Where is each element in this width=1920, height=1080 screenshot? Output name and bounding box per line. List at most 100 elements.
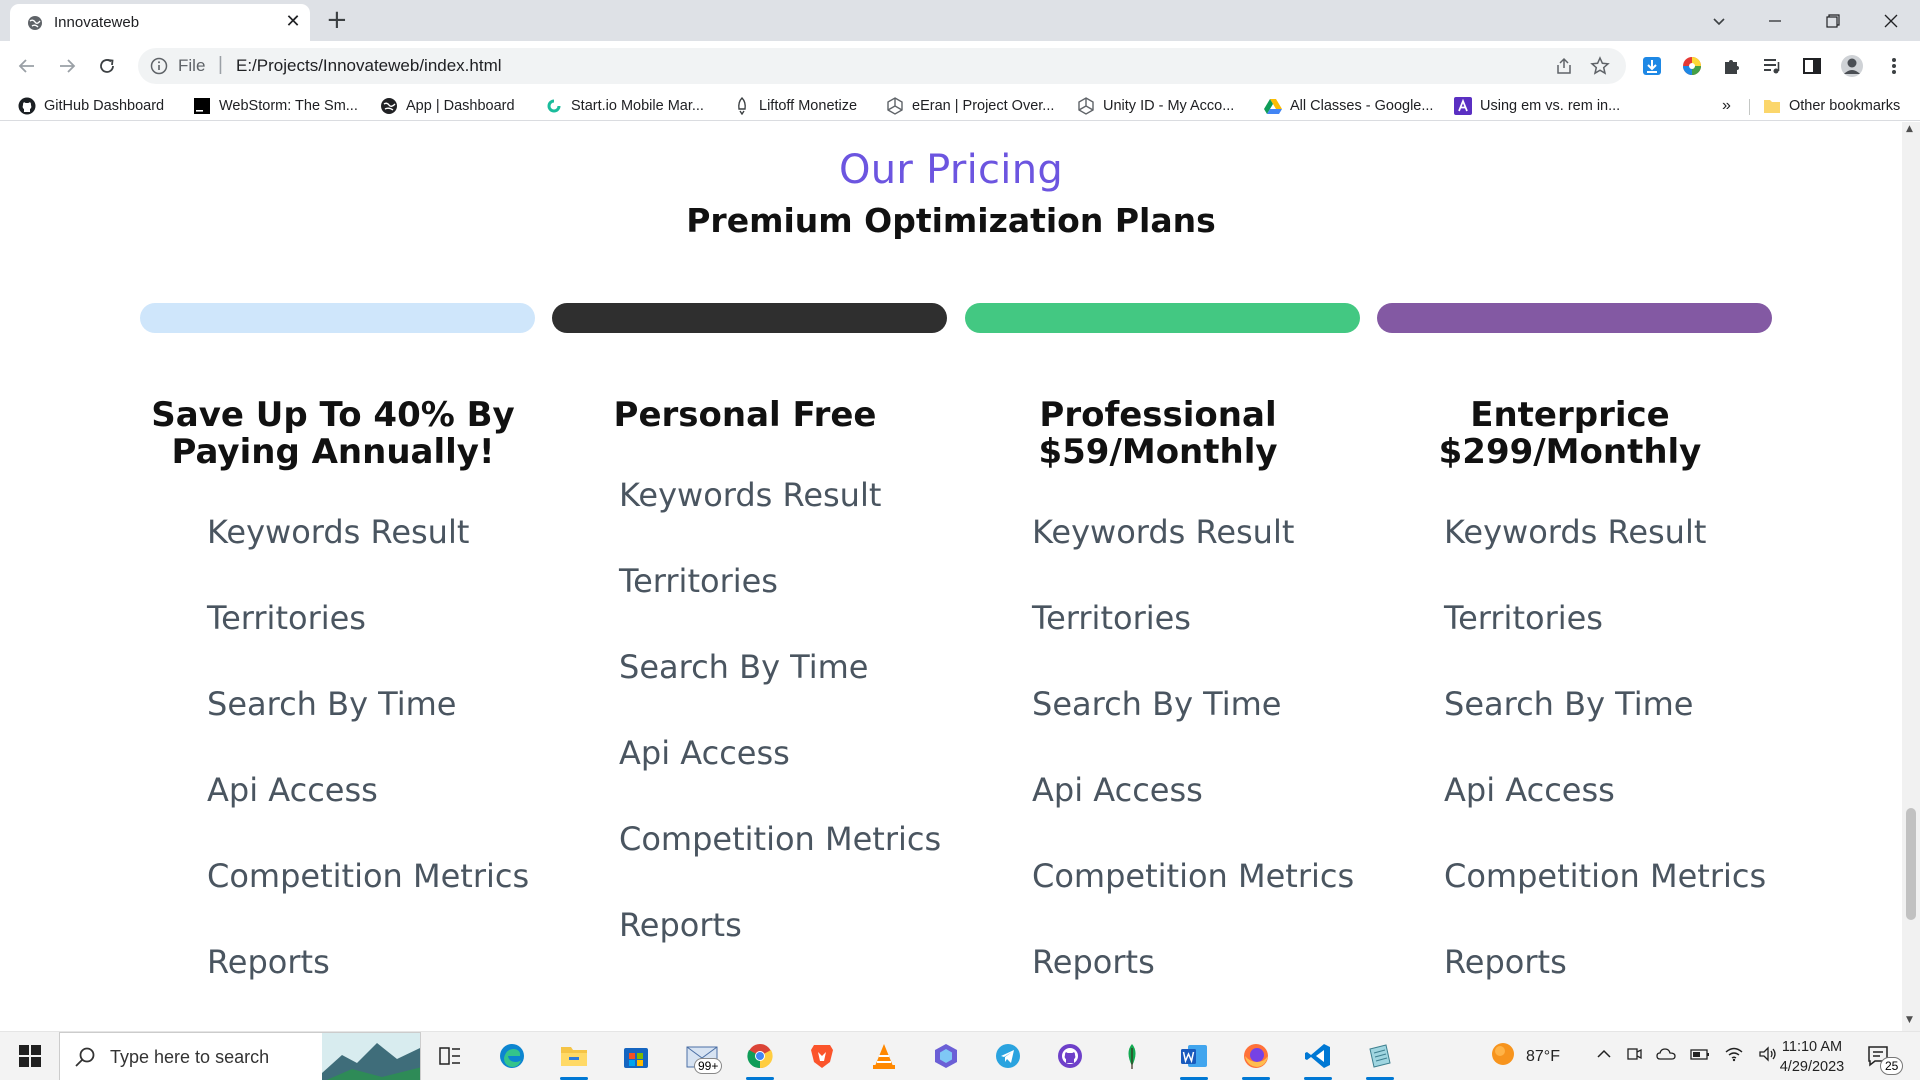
mongodb-compass-icon[interactable]: [1116, 1040, 1148, 1072]
feature-list: Keywords Result Territories Search By Ti…: [1444, 489, 1775, 1005]
rocket-icon: [733, 97, 751, 115]
browser-tab[interactable]: Innovateweb ✕: [10, 4, 310, 41]
bookmark-label: Start.io Mobile Mar...: [571, 98, 704, 114]
bookmark-label: App | Dashboard: [406, 98, 515, 114]
plan-title-main: Professional $59/Monthly: [1038, 395, 1278, 472]
notepad-icon[interactable]: [1364, 1040, 1396, 1072]
feature-item: Reports: [207, 943, 330, 981]
feature-list: Keywords Result Territories Search By Ti…: [619, 452, 950, 968]
close-window-icon[interactable]: [1862, 0, 1920, 41]
plan-color-bar-2: [552, 303, 947, 333]
info-icon[interactable]: [150, 57, 168, 75]
brave-icon[interactable]: [806, 1040, 838, 1072]
clock[interactable]: 11:10 AM 4/29/2023: [1774, 1032, 1850, 1080]
folder-icon: [1763, 97, 1781, 115]
extensions-puzzle-icon[interactable]: [1720, 54, 1744, 78]
github-desktop-icon[interactable]: [1054, 1040, 1086, 1072]
taskbar-search-box[interactable]: Type here to search: [59, 1032, 421, 1080]
weather-widget[interactable]: 87°F: [1490, 1032, 1560, 1080]
side-panel-icon[interactable]: [1800, 54, 1824, 78]
notification-center-icon[interactable]: 25: [1866, 1032, 1904, 1080]
scroll-down-icon[interactable]: ▼: [1906, 1015, 1913, 1025]
bookmark-liftoff[interactable]: Liftoff Monetize: [733, 95, 857, 117]
bookmarks-bar: GitHub Dashboard WebStorm: The Sm... App…: [0, 91, 1920, 121]
chevron-up-icon[interactable]: [1596, 1046, 1612, 1067]
feature-item: Api Access: [1032, 771, 1203, 809]
wifi-icon[interactable]: [1724, 1046, 1744, 1067]
plan-color-bar-1: [140, 303, 535, 333]
bookmark-em-vs-rem[interactable]: Using em vs. rem in...: [1454, 95, 1620, 117]
windows-start-icon[interactable]: [14, 1040, 46, 1072]
search-placeholder: Type here to search: [110, 1047, 270, 1067]
task-view-icon[interactable]: [434, 1040, 466, 1072]
edge-icon[interactable]: [496, 1040, 528, 1072]
chrome-menu-icon[interactable]: [1882, 54, 1906, 78]
plan-title-main: Enterprice $299/Monthly: [1438, 395, 1702, 472]
share-icon[interactable]: [1554, 56, 1574, 76]
profile-avatar-icon[interactable]: [1840, 54, 1864, 78]
meet-now-icon[interactable]: [1626, 1046, 1642, 1067]
tab-close-icon[interactable]: ✕: [282, 11, 304, 33]
plan-title: Save Up To 40% By Paying Annually!: [128, 397, 538, 471]
firefox-icon[interactable]: [1240, 1040, 1272, 1072]
bookmark-all-classes[interactable]: All Classes - Google...: [1264, 95, 1433, 117]
bookmark-label: Liftoff Monetize: [759, 98, 858, 114]
vlc-icon[interactable]: [868, 1040, 900, 1072]
bookmark-github-dashboard[interactable]: GitHub Dashboard: [18, 95, 164, 117]
file-explorer-icon[interactable]: [558, 1040, 590, 1072]
battery-icon[interactable]: [1690, 1046, 1710, 1067]
page-scrollbar[interactable]: ▲ ▼: [1902, 122, 1920, 1031]
scrollbar-thumb[interactable]: [1906, 808, 1916, 920]
copilot-app-icon[interactable]: [930, 1040, 962, 1072]
feature-item: Api Access: [207, 771, 378, 809]
chrome-icon[interactable]: [744, 1040, 776, 1072]
url-separator: |: [218, 54, 223, 75]
startio-icon: [545, 97, 563, 115]
bookmark-unity-id[interactable]: Unity ID - My Acco...: [1077, 95, 1234, 117]
telegram-icon[interactable]: [992, 1040, 1024, 1072]
notification-count-badge: 25: [1880, 1057, 1904, 1075]
bookmark-app-dashboard[interactable]: App | Dashboard: [380, 95, 515, 117]
bookmark-star-icon[interactable]: [1590, 56, 1610, 76]
plan-card-professional: Professional $59/Monthly Keywords Result…: [953, 397, 1363, 1005]
bookmark-label: Unity ID - My Acco...: [1103, 98, 1235, 114]
bookmark-label: All Classes - Google...: [1290, 98, 1434, 114]
new-tab-button[interactable]: +: [326, 6, 348, 34]
globe-icon: [27, 15, 43, 31]
download-extension-icon[interactable]: [1640, 54, 1664, 78]
feature-item: Reports: [1032, 943, 1155, 981]
feature-item: Competition Metrics: [619, 820, 942, 858]
tab-search-icon[interactable]: [1690, 0, 1748, 41]
onedrive-icon[interactable]: [1656, 1046, 1676, 1067]
plan-title: Enterprice $299/Monthly: [1365, 397, 1775, 471]
feature-item: Search By Time: [207, 685, 457, 723]
google-drive-icon: [1264, 97, 1282, 115]
minimize-icon[interactable]: [1746, 0, 1804, 41]
back-icon[interactable]: [11, 50, 43, 82]
microsoft-store-icon[interactable]: [620, 1040, 652, 1072]
scroll-up-icon[interactable]: ▲: [1906, 124, 1913, 134]
word-icon[interactable]: [1178, 1040, 1210, 1072]
feature-item: Keywords Result: [1444, 513, 1707, 551]
vscode-icon[interactable]: [1302, 1040, 1334, 1072]
other-bookmarks-folder[interactable]: Other bookmarks: [1763, 95, 1900, 117]
feature-item: Reports: [619, 906, 742, 944]
bookmark-label: Using em vs. rem in...: [1480, 98, 1621, 114]
bookmark-startio[interactable]: Start.io Mobile Mar...: [545, 95, 704, 117]
forward-icon[interactable]: [51, 50, 83, 82]
address-bar[interactable]: File | E:/Projects/Innovateweb/index.htm…: [138, 48, 1626, 84]
plan-title: Personal Free: [540, 397, 950, 434]
restore-icon[interactable]: [1804, 0, 1862, 41]
search-highlight-image: [322, 1033, 420, 1080]
bookmark-webstorm[interactable]: WebStorm: The Sm...: [193, 95, 358, 117]
reload-icon[interactable]: [91, 50, 123, 82]
url-text[interactable]: E:/Projects/Innovateweb/index.html: [236, 56, 502, 76]
feature-item: Competition Metrics: [207, 857, 530, 895]
bookmark-eeran[interactable]: eEran | Project Over...: [886, 95, 1054, 117]
media-control-icon[interactable]: [1760, 54, 1784, 78]
feature-item: Api Access: [619, 734, 790, 772]
mail-icon[interactable]: 99+: [682, 1040, 723, 1074]
feature-item: Territories: [1032, 599, 1191, 637]
bookmarks-overflow-icon[interactable]: »: [1722, 97, 1731, 115]
color-picker-extension-icon[interactable]: [1680, 54, 1704, 78]
